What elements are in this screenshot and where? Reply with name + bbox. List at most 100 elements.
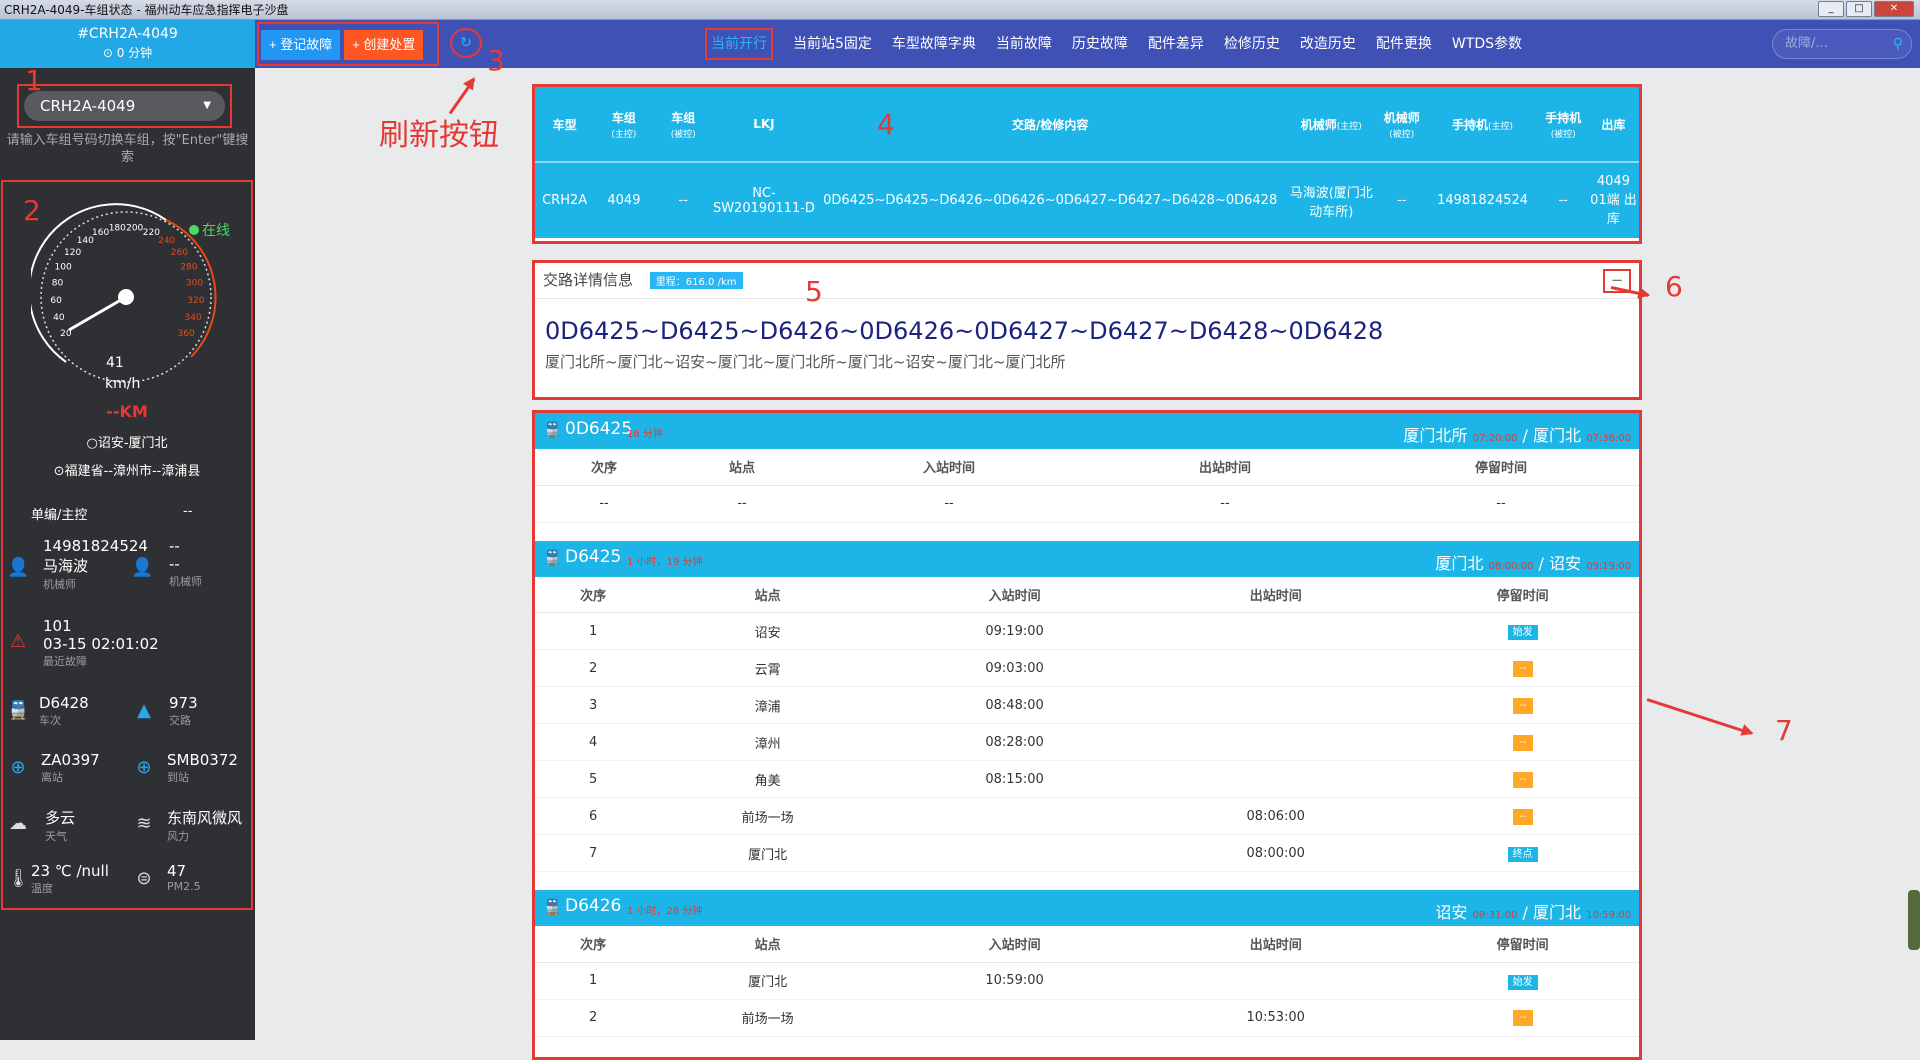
tab-maintenance-history[interactable]: 检修历史 — [1214, 20, 1290, 68]
trip-duration: 16 分钟 — [627, 429, 663, 440]
trip-from-time: 07:20:00 — [1472, 433, 1518, 444]
td-stay: -- — [1406, 797, 1639, 835]
train-select[interactable]: CRH2A-4049 ▼ — [24, 91, 225, 121]
td-station: 前场一场 — [651, 999, 884, 1037]
annotation-6: 6 — [1665, 270, 1683, 303]
pm-cell: 47 PM2.5 — [167, 862, 201, 893]
td-stay: 终点 — [1406, 834, 1639, 872]
annotation-4: 4 — [877, 108, 895, 141]
td-mech-main: 马海波(厦门北动车所) — [1285, 161, 1378, 238]
route-sequence: 0D6425~D6425~D6426~0D6426~0D6427~D6427~D… — [545, 317, 1384, 345]
tab-current-run[interactable]: 当前开行 — [695, 20, 783, 68]
temp-row: 🌡 23 ℃ /null 温度 ⊜ 47 PM2.5 — [3, 862, 251, 904]
to-label: 到站 — [167, 771, 189, 784]
location-text: 福建省--漳州市--漳浦县 — [64, 464, 201, 479]
tab-parts-replace[interactable]: 配件更换 — [1366, 20, 1442, 68]
create-action-button[interactable]: + 创建处置 — [344, 30, 424, 60]
trip-from: 厦门北 — [1435, 553, 1484, 573]
td-arrive: 08:15:00 — [884, 760, 1146, 798]
trip-table: 次序 站点 入站时间 出站时间 停留时间 1 诏安 09:19:00 始发 2 云霄 09:… — [535, 576, 1639, 872]
train-select-frame: CRH2A-4049 ▼ — [17, 84, 232, 128]
td-depart — [1145, 723, 1407, 761]
th-group-sub: 车组 (被控) — [653, 87, 713, 162]
trip-from-time: 08:00:00 — [1488, 560, 1534, 572]
driver2-label: 机械师 — [169, 575, 202, 588]
th-group-main: 车组 (主控) — [594, 87, 654, 162]
search-input[interactable]: 故障/... ⚲ — [1772, 29, 1912, 59]
refresh-icon[interactable]: ↻ — [450, 28, 482, 58]
th-station: 站点 — [673, 449, 812, 486]
warning-icon: ⚠ — [9, 631, 27, 652]
tab-fault-dictionary[interactable]: 车型故障字典 — [882, 20, 986, 68]
th-seq: 次序 — [535, 449, 674, 486]
th-text: 机械师 — [1383, 110, 1420, 125]
train-icon: 🚆 — [543, 898, 562, 916]
trip-from: 厦门北所 — [1403, 426, 1468, 445]
minimize-button[interactable]: _ — [1818, 1, 1844, 17]
register-fault-button[interactable]: + 登记故障 — [261, 30, 341, 60]
trip-number: D6425 — [565, 546, 622, 567]
td-arrive: 09:03:00 — [884, 649, 1146, 687]
td-arrive — [884, 999, 1146, 1037]
annotation-7: 7 — [1775, 714, 1793, 747]
train-no: D6428 — [39, 694, 89, 712]
th-text: 手持机 — [1452, 117, 1489, 132]
td-mech-sub: -- — [1377, 161, 1427, 238]
gauge-tick-label: 180 — [109, 224, 126, 234]
td-model: CRH2A — [535, 161, 595, 238]
td-handset-sub: -- — [1538, 161, 1588, 238]
gauge-tick-label: 280 — [180, 262, 197, 272]
th-arrive: 入站时间 — [811, 449, 1087, 486]
weather-cell: 多云 天气 — [45, 807, 75, 844]
th-text: 车组 — [671, 110, 696, 125]
td-arrive: -- — [811, 485, 1087, 523]
tab-wtds[interactable]: WTDS参数 — [1442, 20, 1532, 68]
tab-bar: 当前开行 当前站5固定 车型故障字典 当前故障 历史故障 配件差异 检修历史 改… — [695, 20, 1532, 68]
td-seq: 1 — [535, 962, 652, 1000]
train-no-label: 车次 — [39, 714, 61, 727]
driver-phone: 14981824524 — [43, 537, 148, 555]
route-text: 诏安-厦门北 — [97, 436, 168, 451]
th-depart: 出站时间 — [1087, 449, 1363, 486]
table-row: 3 漳浦 08:48:00 -- — [535, 686, 1639, 724]
tab-history-fault[interactable]: 历史故障 — [1062, 20, 1138, 68]
table-row: 6 前场一场 08:06:00 -- — [535, 797, 1639, 835]
trip-from: 诏安 — [1435, 903, 1468, 922]
trip-to: 厦门北 — [1532, 426, 1581, 445]
scrollbar-thumb[interactable] — [1908, 890, 1920, 950]
trip-table: 次序 站点 入站时间 出站时间 停留时间 1 厦门北 10:59:00 始发 2 前场一场… — [535, 926, 1639, 1037]
table-row: 7 厦门北 08:00:00 终点 — [535, 834, 1639, 872]
gauge-needle — [68, 295, 127, 332]
fault-time: 03-15 02:01:02 — [43, 635, 159, 653]
table-row: 1 厦门北 10:59:00 始发 — [535, 962, 1639, 1000]
td-lkj: NC-SW20190111-D — [712, 161, 816, 238]
km-readout: --KM — [106, 402, 148, 421]
th-text: 手持机 — [1545, 110, 1582, 125]
th-handset-sub: 手持机 (被控) — [1538, 87, 1588, 162]
trip-route: 厦门北所 07:20:00 / 厦门北 07:36:00 — [1403, 426, 1631, 445]
train-icon: 🚆 — [543, 548, 562, 567]
tab-current-fault[interactable]: 当前故障 — [986, 20, 1062, 68]
td-station: 厦门北 — [651, 834, 884, 872]
gauge-tick-label: 340 — [185, 313, 202, 323]
td-depot: 4049 01端 出库 — [1587, 161, 1639, 238]
maximize-button[interactable]: □ — [1846, 1, 1872, 17]
trip-duration: 1 小时，28 分钟 — [627, 906, 703, 917]
fault-cell: 101 03-15 02:01:02 最近故障 — [43, 617, 159, 669]
tab-parts-diff[interactable]: 配件差异 — [1138, 20, 1214, 68]
trip-duration: 1 小时，19 分钟 — [627, 556, 703, 568]
clock-icon: ⊙ — [102, 46, 113, 60]
temp-cell: 23 ℃ /null 温度 — [31, 862, 109, 896]
trip-header: 🚆 D6425 1 小时，19 分钟 厦门北 08:00:00 / 诏安 09:… — [535, 540, 1639, 577]
trip-card: 🚆 D6426 1 小时，28 分钟 诏安 09:31:00 / 厦门北 10:… — [535, 890, 1639, 1037]
annotation-3: 3 — [487, 44, 505, 77]
tab-station-fixed[interactable]: 当前站5固定 — [783, 20, 882, 68]
gauge-tick-label: 320 — [187, 296, 204, 306]
th-arrive: 入站时间 — [884, 576, 1146, 613]
tab-modification-history[interactable]: 改造历史 — [1290, 20, 1366, 68]
search-icon[interactable]: ⚲ — [1893, 30, 1903, 58]
th-text: LKJ — [753, 117, 775, 131]
td-station: 诏安 — [651, 612, 884, 650]
close-button[interactable]: ✕ — [1874, 1, 1914, 17]
stay-tag: -- — [1512, 808, 1533, 825]
